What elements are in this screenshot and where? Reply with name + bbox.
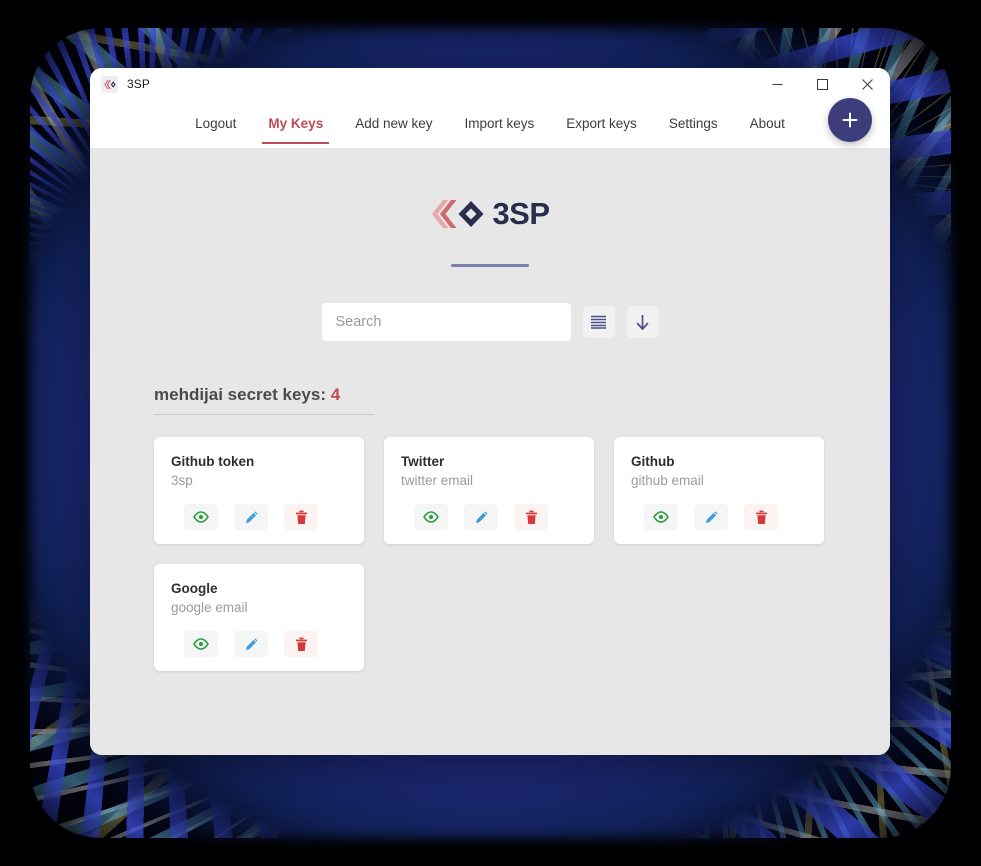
key-card[interactable]: Google google email: [154, 564, 364, 671]
edit-key-button[interactable]: [234, 631, 268, 657]
nav-item-import-keys[interactable]: Import keys: [449, 104, 551, 144]
key-card-subtitle: github email: [631, 473, 704, 488]
main-navigation: Logout My Keys Add new key Import keys E…: [90, 100, 890, 148]
keys-section-header: mehdijai secret keys: 4: [154, 385, 374, 415]
key-card-subtitle: 3sp: [171, 473, 193, 488]
title-bar-left: 3SP: [90, 75, 150, 93]
eye-icon: [653, 511, 669, 523]
3sp-logo-icon: [432, 200, 484, 228]
delete-key-button[interactable]: [744, 504, 778, 530]
view-key-button[interactable]: [184, 504, 218, 530]
key-card-actions: [171, 631, 347, 657]
view-key-button[interactable]: [184, 631, 218, 657]
title-bar: 3SP: [90, 68, 890, 100]
maximize-button[interactable]: [800, 68, 845, 100]
delete-key-button[interactable]: [284, 631, 318, 657]
arrow-down-icon: [636, 314, 649, 330]
nav-item-export-keys[interactable]: Export keys: [550, 104, 653, 144]
delete-key-button[interactable]: [284, 504, 318, 530]
eye-icon: [193, 638, 209, 650]
nav-item-logout[interactable]: Logout: [179, 104, 252, 144]
sort-descending-button[interactable]: [626, 306, 659, 338]
brand-logo-text: 3SP: [492, 196, 550, 231]
hero-divider: [451, 264, 529, 267]
key-card[interactable]: Twitter twitter email: [384, 437, 594, 544]
trash-icon: [755, 510, 767, 524]
pencil-icon: [245, 510, 258, 523]
close-button[interactable]: [845, 68, 890, 100]
key-card[interactable]: Github github email: [614, 437, 824, 544]
key-card-title: Google: [171, 581, 218, 596]
keys-count-badge: 4: [330, 385, 341, 404]
search-toolbar: [90, 303, 890, 341]
delete-key-button[interactable]: [514, 504, 548, 530]
minimize-button[interactable]: [755, 68, 800, 100]
add-key-fab-button[interactable]: [828, 98, 872, 142]
pencil-icon: [475, 510, 488, 523]
key-card-subtitle: twitter email: [401, 473, 474, 488]
content-area: 3SP m: [90, 148, 890, 755]
brand-logo: 3SP: [430, 196, 550, 232]
view-key-button[interactable]: [414, 504, 448, 530]
key-card-actions: [171, 504, 347, 530]
key-card-actions: [631, 504, 807, 530]
key-card-title: Twitter: [401, 454, 445, 469]
nav-item-about[interactable]: About: [734, 104, 801, 144]
eye-icon: [423, 511, 439, 523]
key-card-title: Github: [631, 454, 675, 469]
eye-icon: [193, 511, 209, 523]
nav-item-my-keys[interactable]: My Keys: [252, 104, 339, 144]
key-card[interactable]: Github token 3sp: [154, 437, 364, 544]
trash-icon: [295, 510, 307, 524]
pencil-icon: [705, 510, 718, 523]
pencil-icon: [245, 637, 258, 650]
search-input[interactable]: [321, 303, 571, 341]
window-title: 3SP: [127, 77, 150, 91]
app-logo-icon: [101, 75, 118, 93]
screen: 3SP Logout My Keys Add new key Import ke…: [0, 0, 981, 866]
section-title: mehdijai secret keys: 4: [154, 385, 374, 415]
nav-item-add-new-key[interactable]: Add new key: [339, 104, 448, 144]
keys-card-grid: Github token 3sp Twitter twitter email G…: [154, 437, 844, 671]
window-controls: [755, 68, 890, 100]
key-card-subtitle: google email: [171, 600, 248, 615]
section-title-text: mehdijai secret keys:: [154, 385, 326, 404]
edit-key-button[interactable]: [694, 504, 728, 530]
edit-key-button[interactable]: [464, 504, 498, 530]
list-view-button[interactable]: [582, 306, 615, 338]
key-card-actions: [401, 504, 577, 530]
key-card-title: Github token: [171, 454, 255, 469]
edit-key-button[interactable]: [234, 504, 268, 530]
app-window: 3SP Logout My Keys Add new key Import ke…: [90, 68, 890, 755]
nav-item-settings[interactable]: Settings: [653, 104, 734, 144]
plus-icon: [842, 112, 858, 128]
list-view-icon: [591, 315, 606, 329]
hero-section: 3SP: [90, 148, 890, 267]
trash-icon: [295, 637, 307, 651]
trash-icon: [525, 510, 537, 524]
view-key-button[interactable]: [644, 504, 678, 530]
